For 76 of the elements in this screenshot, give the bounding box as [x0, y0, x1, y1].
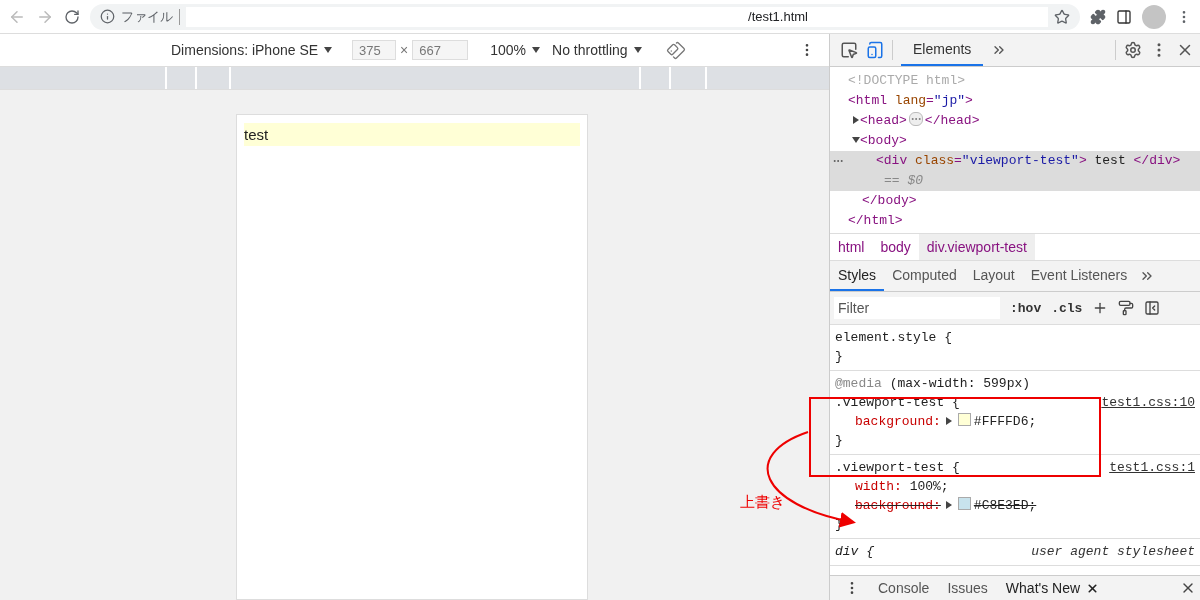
url-text: /test1.html [748, 9, 808, 24]
address-prefix: ファイル [121, 7, 173, 26]
zoom-dropdown[interactable]: 100% [490, 42, 541, 58]
closing-brace: } [835, 349, 843, 364]
times-sign: × [400, 42, 409, 58]
test-text: test [244, 123, 580, 146]
settings-icon[interactable] [1124, 41, 1142, 59]
width-field[interactable]: 375 [352, 40, 397, 60]
tag-punctuation: > [1078, 153, 1087, 168]
caret-icon[interactable] [324, 46, 333, 54]
styles-pane-tab[interactable]: Event Listeners [1022, 261, 1136, 291]
closing-brace: } [835, 433, 843, 448]
tag-punctuation: > [965, 93, 973, 108]
expand-icon[interactable] [852, 116, 860, 124]
info-icon[interactable] [100, 9, 115, 24]
css-declaration: background: #FFFFD6; [855, 412, 1037, 431]
drawer-tab[interactable]: Console [878, 580, 930, 596]
doctype-line: <!DOCTYPE html> [848, 73, 966, 88]
media-query: @media (max-width: 599px) [835, 376, 1031, 391]
breadcrumb[interactable]: body [872, 234, 919, 260]
caret-icon[interactable] [532, 46, 541, 54]
device-toolbar-icon[interactable] [866, 41, 884, 59]
tag-punctuation: > [899, 133, 907, 148]
breadcrumb[interactable]: html [830, 234, 873, 260]
attribute-value: "viewport-test" [961, 153, 1079, 168]
expand-icon[interactable] [944, 417, 953, 425]
css-selector: div { [835, 544, 875, 559]
tag-close: </body> [862, 193, 917, 208]
reload-icon[interactable] [64, 8, 80, 25]
tag-close: </html> [848, 213, 903, 228]
caret-icon[interactable] [633, 46, 642, 54]
tag-close: </div> [1133, 153, 1181, 168]
sidebar-toggle-icon[interactable] [1144, 300, 1161, 316]
selected-dom-row[interactable]: <div class="viewport-test"> test </div> [830, 151, 1200, 171]
throttling-dropdown[interactable]: No throttling [552, 42, 642, 58]
console-reference: == $0 [884, 173, 923, 188]
tag-punctuation: > [899, 113, 907, 128]
tag-close: </head> [924, 113, 980, 128]
css-selector: element.style { [835, 330, 953, 345]
height-field[interactable]: 667 [412, 40, 469, 60]
styles-pane-tab[interactable]: Computed [884, 261, 965, 291]
paint-roller-icon[interactable] [1118, 300, 1135, 316]
css-declaration: background: #C8E3ED; [855, 496, 1037, 515]
annotation-label: 上書き [740, 493, 785, 512]
attribute-value: "jp" [933, 93, 966, 108]
color-swatch[interactable] [957, 497, 971, 510]
css-declaration: width: 100%; [855, 478, 949, 496]
breadcrumb[interactable]: div.viewport-test [918, 234, 1035, 260]
color-swatch[interactable] [957, 413, 971, 426]
dimensions-dropdown[interactable]: Dimensions: iPhone SE [171, 42, 333, 58]
expand-icon[interactable] [944, 501, 953, 509]
star-icon[interactable] [1054, 8, 1070, 25]
address-bar[interactable]: ファイル /test1.html [90, 3, 1080, 30]
attribute-name: class [915, 153, 955, 168]
tag-open: <div [876, 153, 908, 168]
source-link[interactable]: test1.css:1 [1109, 458, 1195, 477]
styles-pane-tab[interactable]: Layout [964, 261, 1023, 291]
inspect-icon[interactable] [840, 41, 858, 59]
element-text: test [1094, 153, 1126, 168]
source-link[interactable]: test1.css:10 [1101, 393, 1195, 412]
side-panel-icon[interactable] [1116, 8, 1132, 25]
css-selector: .viewport-test { [835, 460, 960, 475]
tag-open: <head [860, 113, 899, 128]
puzzle-icon[interactable] [1090, 8, 1106, 25]
equals-sign: = [926, 93, 934, 108]
tag-open: <html [848, 93, 887, 108]
drawer-tab[interactable]: Issues [947, 580, 988, 596]
collapsed-content-icon[interactable] [908, 112, 923, 126]
filter-field[interactable]: Filter [834, 297, 1000, 319]
equals-sign: = [954, 153, 962, 168]
collapse-icon[interactable] [852, 136, 860, 144]
attribute-name: lang [894, 93, 927, 108]
tag-open: <body [860, 133, 899, 148]
drawer-tab[interactable]: What's New [1005, 580, 1100, 596]
style-toggle-button[interactable]: .cls [1051, 300, 1083, 316]
style-toggle-button[interactable]: :hov [1010, 300, 1042, 316]
